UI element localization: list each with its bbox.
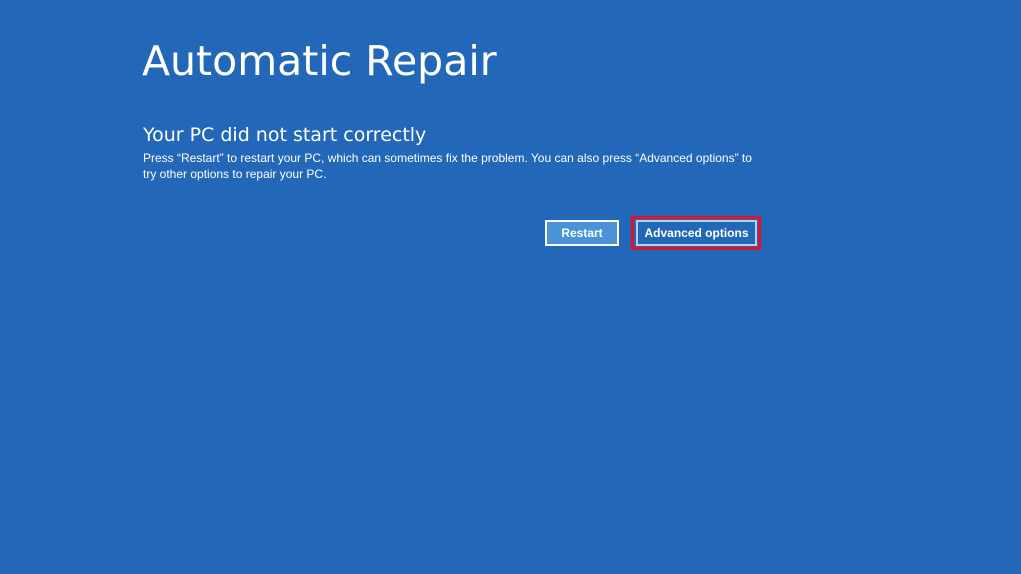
recovery-screen: Automatic Repair Your PC did not start c… <box>0 0 1021 574</box>
restart-button[interactable]: Restart <box>545 220 619 246</box>
advanced-options-button[interactable]: Advanced options <box>636 220 757 246</box>
repair-message: Press “Restart” to restart your PC, whic… <box>143 151 752 181</box>
page-title: Automatic Repair <box>142 37 497 85</box>
page-subtitle: Your PC did not start correctly <box>143 124 427 146</box>
